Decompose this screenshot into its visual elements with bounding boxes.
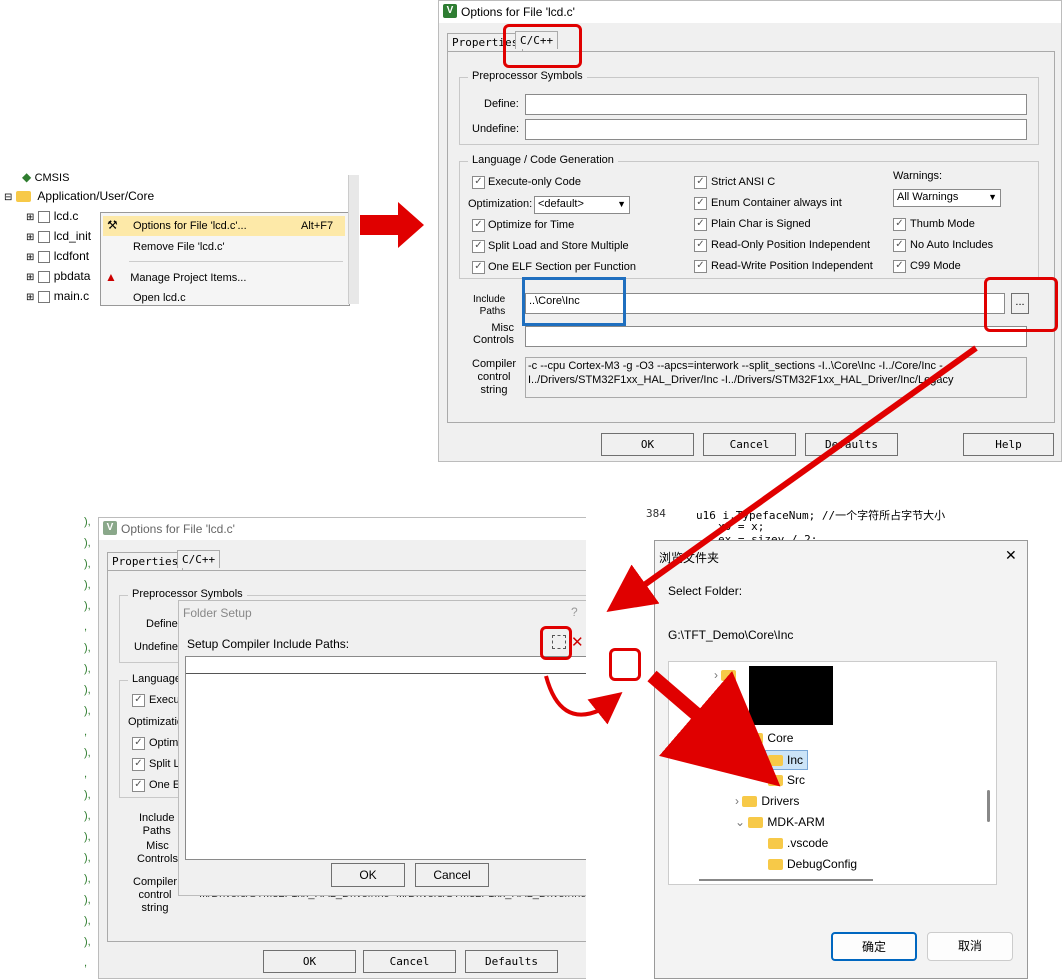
annotation-arrows <box>360 202 978 787</box>
arrow-curve <box>544 675 623 725</box>
arrow-right <box>360 202 424 248</box>
arrow-to-inc <box>647 670 781 787</box>
arrow-diagonal <box>606 345 978 612</box>
